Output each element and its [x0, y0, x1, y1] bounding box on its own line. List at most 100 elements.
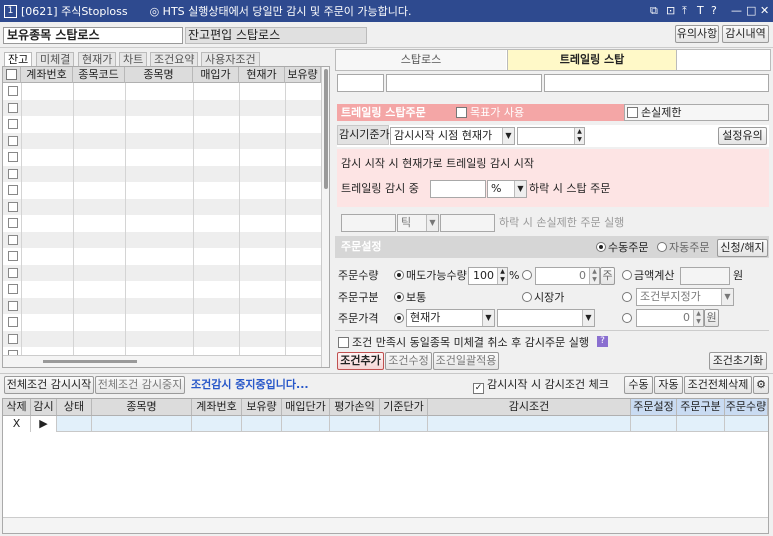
row-checkbox[interactable]	[8, 300, 18, 311]
col-status[interactable]: 상태	[57, 399, 92, 415]
normal-order-radio[interactable]: 보통	[394, 291, 426, 305]
watch-check-checkbox[interactable]: ✓ 감시시작 시 감시조건 체크	[473, 378, 609, 394]
col-buy-price[interactable]: 매입가	[193, 67, 239, 83]
base-price-input[interactable]: ▲ ▼	[517, 127, 585, 145]
qty-percent-input[interactable]: 100 ▲ ▼	[468, 267, 508, 285]
col-watch[interactable]: 감시	[31, 399, 57, 415]
table-row[interactable]	[3, 297, 321, 314]
loss-limit-checkbox[interactable]: 손실제한	[627, 106, 681, 120]
table-row[interactable]	[3, 83, 321, 100]
price-detail-select[interactable]: ▼	[497, 309, 595, 327]
spin-icon[interactable]: ▲ ▼	[589, 268, 599, 284]
row-checkbox[interactable]	[8, 102, 18, 113]
table-row[interactable]	[3, 116, 321, 133]
grid-scrollbar-thumb[interactable]	[324, 69, 328, 189]
table-row[interactable]	[3, 215, 321, 232]
sellable-qty-radio[interactable]: 매도가능수량	[394, 269, 467, 283]
row-checkbox[interactable]	[8, 86, 18, 96]
amount-input[interactable]	[680, 267, 730, 285]
row-checkbox[interactable]	[8, 267, 18, 278]
history-button[interactable]: 감시내역	[722, 25, 769, 43]
row-checkbox[interactable]	[8, 119, 18, 129]
qty-input[interactable]: 0 ▲ ▼	[535, 267, 600, 285]
batch-apply-button[interactable]: 조건일괄적용	[433, 352, 499, 370]
table-row[interactable]	[3, 264, 321, 281]
row-checkbox[interactable]	[8, 201, 18, 212]
col-name[interactable]: 종목명	[125, 67, 193, 83]
help-icon[interactable]: ?	[711, 4, 717, 17]
table-row[interactable]	[3, 248, 321, 265]
table-row[interactable]	[3, 149, 321, 166]
table-row[interactable]	[3, 231, 321, 248]
spin-icon[interactable]: ▲ ▼	[497, 268, 507, 284]
minimize-icon[interactable]: —	[731, 4, 742, 17]
spin-icon[interactable]: ▲ ▼	[574, 128, 584, 144]
start-all-button[interactable]: 전체조건 감시시작	[4, 376, 94, 394]
delete-cell[interactable]: X	[3, 416, 31, 432]
amount-calc-radio[interactable]: 금액계산	[622, 269, 674, 283]
col-eval-pnl[interactable]: 평가손익	[330, 399, 380, 415]
frame-icon[interactable]: ⊡	[666, 4, 675, 17]
play-icon[interactable]: ▶	[31, 416, 57, 432]
market-order-radio[interactable]: 시장가	[522, 291, 564, 305]
table-row[interactable]	[3, 198, 321, 215]
row-checkbox[interactable]	[8, 317, 18, 327]
row-checkbox[interactable]	[8, 218, 18, 228]
gear-icon[interactable]: ⚙	[753, 376, 769, 394]
spin-icon[interactable]: ▲ ▼	[693, 310, 703, 326]
row-checkbox[interactable]	[8, 168, 18, 179]
grid-scrollbar[interactable]	[321, 67, 329, 367]
loss-value-input[interactable]	[440, 214, 495, 232]
col-holding[interactable]: 보유량	[242, 399, 282, 415]
font-icon[interactable]: T	[697, 4, 704, 17]
edit-condition-button[interactable]: 조건수정	[385, 352, 432, 370]
tab-unfilled[interactable]: 미체결	[36, 52, 75, 66]
table-row[interactable]	[3, 182, 321, 199]
conditional-select[interactable]: 조건부지정가 ▼	[636, 288, 734, 306]
row-checkbox[interactable]	[8, 333, 18, 344]
row-checkbox[interactable]	[8, 284, 18, 294]
base-price-select[interactable]: 감시시작 시점 현재가 ▼	[390, 127, 515, 145]
col-holding-qty[interactable]: 보유량	[285, 67, 321, 83]
price-input[interactable]: 0 ▲ ▼	[636, 309, 704, 327]
help-icon[interactable]: ?	[597, 336, 608, 347]
manual-button[interactable]: 수동	[624, 376, 653, 394]
condition-row[interactable]: X ▶	[3, 416, 768, 432]
link-icon[interactable]: ⧉	[650, 4, 658, 18]
balance-stoploss-tab[interactable]: 잔고편입 스탑로스	[185, 27, 367, 44]
manual-order-radio[interactable]: 수동주문	[596, 241, 648, 255]
target-price-checkbox[interactable]: 목표가 사용	[456, 106, 524, 120]
grid-hscrollbar[interactable]	[3, 355, 321, 367]
close-icon[interactable]: ✕	[760, 4, 769, 17]
condition-hscrollbar[interactable]	[3, 517, 768, 533]
maximize-icon[interactable]: □	[746, 4, 756, 17]
trailing-unit-select[interactable]: % ▼	[487, 180, 527, 198]
caution-button[interactable]: 유의사항	[675, 25, 719, 43]
qty-radio[interactable]	[522, 269, 534, 283]
table-row[interactable]	[3, 165, 321, 182]
col-delete[interactable]: 삭제	[3, 399, 31, 415]
col-base-price[interactable]: 기준단가	[380, 399, 428, 415]
auto-order-radio[interactable]: 자동주문	[657, 241, 709, 255]
table-row[interactable]	[3, 281, 321, 298]
table-row[interactable]	[3, 314, 321, 331]
tab-chart[interactable]: 차트	[119, 52, 148, 66]
col-order-kind[interactable]: 주문구분	[677, 399, 725, 415]
row-checkbox[interactable]	[8, 185, 18, 195]
col-order-setting[interactable]: 주문설정	[631, 399, 677, 415]
trailing-rate-input[interactable]	[430, 180, 486, 198]
loss-unit-select[interactable]: 틱 ▼	[397, 214, 439, 232]
header-checkbox[interactable]	[3, 67, 21, 83]
row-checkbox[interactable]	[8, 234, 18, 245]
apply-cancel-button[interactable]: 신청/해지	[717, 239, 768, 257]
loss-rate-input[interactable]	[341, 214, 396, 232]
tab-trailing-stop[interactable]: 트레일링 스탑	[507, 50, 677, 70]
col-code[interactable]: 종목코드	[73, 67, 125, 83]
row-checkbox[interactable]	[8, 152, 18, 162]
col-current-price[interactable]: 현재가	[239, 67, 285, 83]
delete-all-button[interactable]: 조건전체삭제	[684, 376, 752, 394]
tab-current-price[interactable]: 현재가	[78, 52, 117, 66]
holding-stoploss-tab[interactable]: 보유종목 스탑로스	[3, 27, 183, 44]
conditional-radio[interactable]	[622, 291, 634, 305]
col-account[interactable]: 계좌번호	[21, 67, 73, 83]
